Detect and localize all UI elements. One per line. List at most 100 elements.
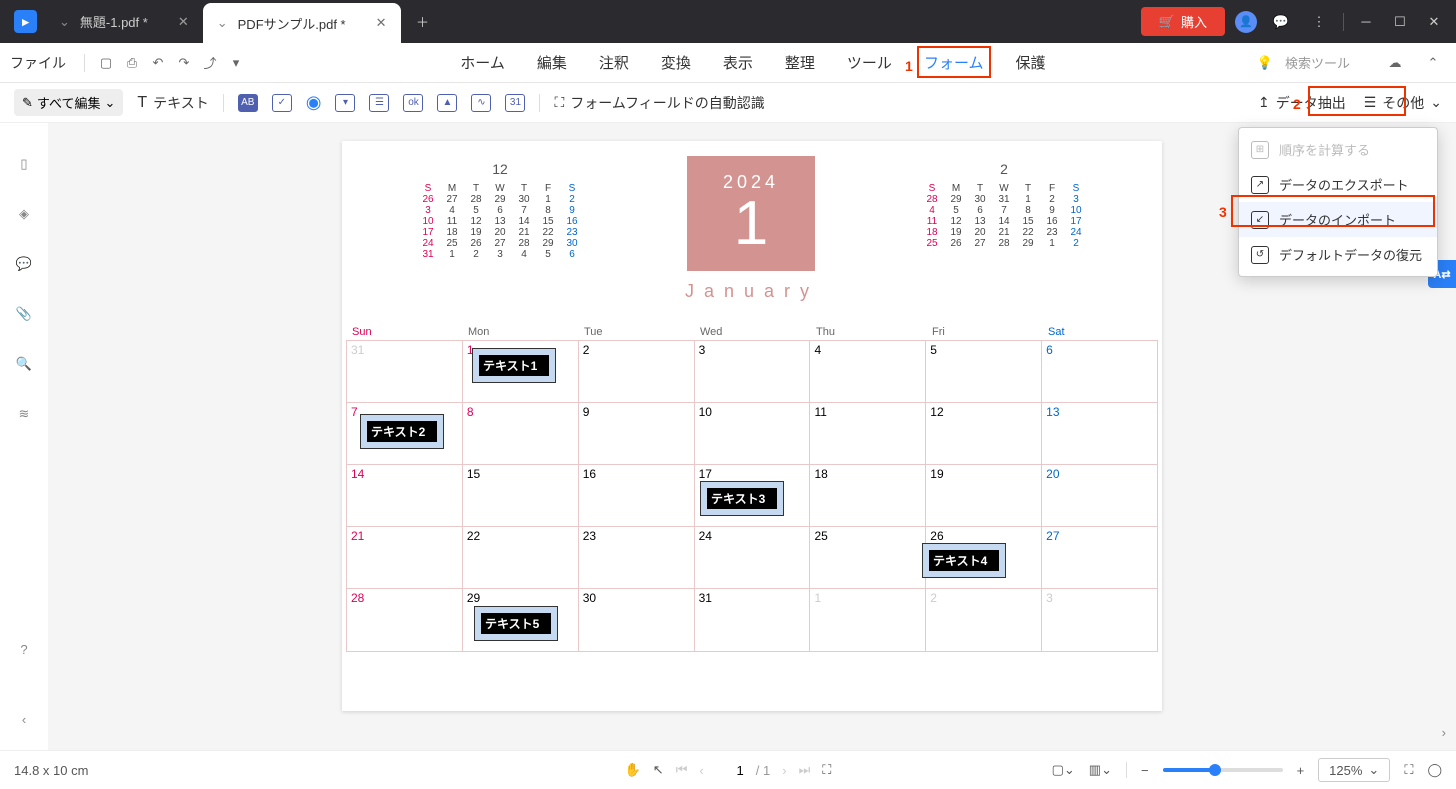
search-tool-label[interactable]: 検索ツール	[1285, 53, 1350, 72]
close-tab-icon[interactable]: ✕	[376, 15, 387, 31]
comment-icon[interactable]: 💬	[13, 253, 35, 275]
tab-convert[interactable]: 変換	[661, 46, 691, 79]
tab-view[interactable]: 表示	[723, 46, 753, 79]
zoom-select[interactable]: 125%⌄	[1318, 758, 1390, 782]
reading-mode-icon[interactable]: ◯	[1427, 762, 1442, 778]
form-field-4[interactable]: テキスト4	[922, 543, 1006, 578]
list-icon: ☰	[1364, 94, 1377, 111]
tab-tool[interactable]: ツール	[847, 46, 892, 79]
text-field-button[interactable]: Tテキスト	[137, 93, 208, 113]
quick-access-dropdown[interactable]: ▾	[223, 50, 249, 76]
edit-all-button[interactable]: ✎ すべて編集 ⌄	[14, 89, 123, 116]
more-menu-icon[interactable]: ⋮	[1305, 8, 1333, 36]
form-field-3[interactable]: テキスト3	[700, 481, 784, 516]
form-field-2[interactable]: テキスト2	[360, 414, 444, 449]
scroll-right-icon[interactable]: ›	[1442, 725, 1446, 740]
month-name: January	[685, 281, 819, 302]
annotation-number-3: 3	[1219, 204, 1227, 220]
buy-button[interactable]: 🛒 購入	[1141, 7, 1225, 36]
dd-restore-default[interactable]: ↺デフォルトデータの復元	[1239, 237, 1437, 272]
tab-home[interactable]: ホーム	[460, 46, 505, 79]
chevron-down-icon: ⌄	[104, 95, 115, 111]
tab-form[interactable]: フォーム	[924, 46, 984, 79]
extract-data-button[interactable]: ↥ データ抽出	[1258, 93, 1346, 113]
form-toolbar: ✎ すべて編集 ⌄ Tテキスト AB ✓ ◉ ▾ ☰ ok ▲ ∿ 31 ⛶ フ…	[0, 83, 1456, 123]
button-tool-icon[interactable]: ok	[403, 94, 423, 112]
dd-calculate-order: ⊞順序を計算する	[1239, 132, 1437, 167]
chevron-down-icon: ⌄	[59, 14, 70, 30]
tab-label: PDFサンプル.pdf *	[238, 14, 346, 33]
prev-page-icon[interactable]: ‹	[699, 763, 703, 778]
main-tabs: ホーム 編集 注釈 変換 表示 整理 ツール フォーム 保護	[460, 46, 1045, 79]
tab-organize[interactable]: 整理	[785, 46, 815, 79]
radio-tool-icon[interactable]: ◉	[306, 92, 322, 113]
hand-tool-icon[interactable]: ✋	[625, 762, 641, 778]
tab-annotate[interactable]: 注釈	[599, 46, 629, 79]
next-page-icon[interactable]: ›	[782, 763, 786, 778]
search-icon[interactable]: 🔍	[13, 353, 35, 375]
collapse-sidebar-icon[interactable]: ‹	[13, 708, 35, 730]
tab-protect[interactable]: 保護	[1016, 46, 1046, 79]
last-page-icon[interactable]: ⏭	[799, 762, 811, 778]
fullscreen-icon[interactable]: ⛶	[1404, 762, 1413, 778]
redo-icon[interactable]: ↷	[171, 50, 197, 76]
menubar: ファイル ▢ ⎙ ↶ ↷ ⤴ ▾ ホーム 編集 注釈 変換 表示 整理 ツール …	[0, 43, 1456, 83]
dd-export-data[interactable]: ↗データのエクスポート	[1239, 167, 1437, 202]
page-total: / 1	[756, 763, 770, 778]
fit-page-icon[interactable]: ⛶	[822, 762, 831, 778]
share-icon[interactable]: ⤴	[197, 50, 223, 76]
collapse-ribbon-icon[interactable]: ⌃	[1420, 50, 1446, 76]
attachment-icon[interactable]: 📎	[13, 303, 35, 325]
tab-inactive[interactable]: ⌄ 無題-1.pdf * ✕	[45, 0, 203, 43]
mini-calendar-prev: 12 SMTWTFS 26272829301234567891011121314…	[420, 161, 580, 260]
file-menu[interactable]: ファイル	[10, 53, 66, 73]
new-tab-button[interactable]: ＋	[411, 10, 435, 34]
signature-tool-icon[interactable]: ∿	[471, 94, 491, 112]
thumbnails-icon[interactable]: ▯	[13, 153, 35, 175]
layout-icon[interactable]: ▥⌄	[1089, 762, 1112, 778]
more-button[interactable]: ☰ その他 ⌄	[1364, 93, 1442, 113]
feedback-icon[interactable]: 💬	[1267, 8, 1295, 36]
pdf-page: 12 SMTWTFS 26272829301234567891011121314…	[342, 141, 1162, 711]
left-sidebar: ▯ ◈ 💬 📎 🔍 ≋ ? ‹	[0, 123, 48, 750]
print-icon[interactable]: ⎙	[119, 50, 145, 76]
view-mode-icon[interactable]: ▢⌄	[1052, 762, 1075, 778]
maximize-button[interactable]: ☐	[1388, 10, 1412, 34]
page-dimensions: 14.8 x 10 cm	[14, 763, 88, 778]
tab-label: 無題-1.pdf *	[80, 12, 148, 31]
auto-recognize-button[interactable]: ⛶ フォームフィールドの自動認識	[554, 93, 764, 113]
image-tool-icon[interactable]: ▲	[437, 94, 457, 112]
app-logo[interactable]: ▸	[14, 10, 37, 33]
layers-icon[interactable]: ≋	[13, 403, 35, 425]
checkbox-tool-icon[interactable]: ✓	[272, 94, 292, 112]
account-avatar[interactable]: 👤	[1235, 11, 1257, 33]
upload-icon: ↥	[1258, 94, 1270, 111]
page-input[interactable]	[716, 763, 744, 778]
help-icon[interactable]: ?	[13, 638, 35, 660]
save-icon[interactable]: ▢	[93, 50, 119, 76]
zoom-slider[interactable]	[1163, 768, 1283, 772]
undo-icon[interactable]: ↶	[145, 50, 171, 76]
lightbulb-icon: 💡	[1257, 55, 1273, 71]
first-page-icon[interactable]: ⏮	[676, 762, 688, 778]
bookmark-icon[interactable]: ◈	[13, 203, 35, 225]
date-tool-icon[interactable]: 31	[505, 94, 525, 112]
chevron-down-icon: ⌄	[217, 15, 228, 31]
close-window-button[interactable]: ✕	[1422, 10, 1446, 34]
zoom-out-icon[interactable]: −	[1141, 763, 1149, 778]
tab-edit[interactable]: 編集	[537, 46, 567, 79]
form-field-1[interactable]: テキスト1	[472, 348, 556, 383]
minimize-button[interactable]: ─	[1354, 10, 1378, 34]
close-tab-icon[interactable]: ✕	[178, 14, 189, 30]
form-field-5[interactable]: テキスト5	[474, 606, 558, 641]
select-tool-icon[interactable]: ↖	[653, 762, 664, 778]
cloud-sync-icon[interactable]: ☁	[1382, 50, 1408, 76]
dd-import-data[interactable]: ↙データのインポート	[1239, 202, 1437, 237]
chevron-down-icon: ⌄	[1368, 762, 1379, 778]
textfield-tool-icon[interactable]: AB	[238, 94, 258, 112]
tab-active[interactable]: ⌄ PDFサンプル.pdf * ✕	[203, 3, 401, 43]
zoom-in-icon[interactable]: +	[1297, 763, 1305, 778]
listbox-tool-icon[interactable]: ☰	[369, 94, 389, 112]
dropdown-tool-icon[interactable]: ▾	[335, 94, 355, 112]
statusbar: 14.8 x 10 cm ✋ ↖ ⏮ ‹ / 1 › ⏭ ⛶ ▢⌄ ▥⌄ − +…	[0, 750, 1456, 789]
